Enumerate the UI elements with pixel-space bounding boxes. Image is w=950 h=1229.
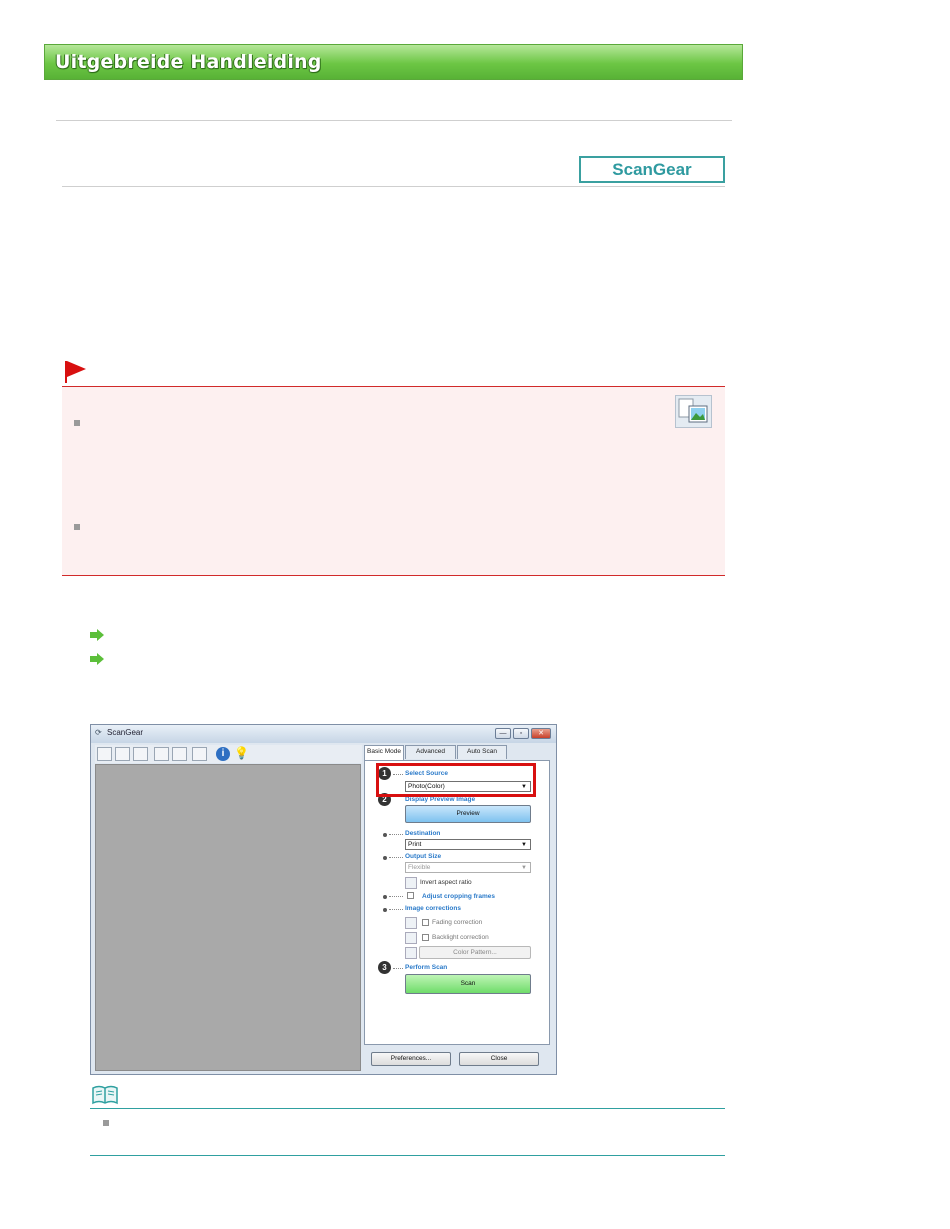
fading-checkbox[interactable] <box>422 919 429 926</box>
arrow-link-icon[interactable] <box>90 653 104 665</box>
manual-title: Uitgebreide Handleiding <box>55 51 322 73</box>
bullet <box>103 1120 109 1126</box>
toolbar: i 💡 <box>95 745 362 763</box>
output-size-value: Flexible <box>408 864 431 871</box>
backlight-label: Backlight correction <box>432 934 489 941</box>
header-banner: Uitgebreide Handleiding <box>44 44 743 80</box>
connector <box>389 857 403 858</box>
tab-auto-scan-mode[interactable]: Auto Scan Mode <box>457 745 507 767</box>
window-title: ScanGear <box>107 728 144 737</box>
info-icon[interactable]: i <box>216 747 230 761</box>
fading-label: Fading correction <box>432 919 483 926</box>
app-icon: ⟳ <box>95 728 102 737</box>
tab-advanced-mode[interactable]: Advanced Mode <box>405 745 456 767</box>
close-window-button[interactable]: ✕ <box>531 728 551 739</box>
perform-scan-label: Perform Scan <box>405 964 448 971</box>
chevron-down-icon: ▼ <box>521 842 527 848</box>
connector <box>389 896 403 897</box>
document-icon[interactable] <box>115 747 130 761</box>
list-view-icon[interactable] <box>192 747 207 761</box>
scan-button[interactable]: Scan <box>405 974 531 994</box>
note-divider <box>90 1108 725 1109</box>
divider <box>62 186 725 187</box>
backlight-icon <box>405 932 417 944</box>
display-preview-label: Display Preview Image <box>405 796 476 803</box>
scan-image-icon <box>675 395 712 428</box>
destination-label: Destination <box>405 830 441 837</box>
multi-thumbnail-icon[interactable] <box>154 747 169 761</box>
invert-aspect-icon[interactable] <box>405 877 417 889</box>
output-size-label: Output Size <box>405 853 442 860</box>
step-number: 3 <box>378 961 391 974</box>
chevron-down-icon: ▼ <box>521 865 527 871</box>
adjust-cropping-label: Adjust cropping frames <box>422 893 495 900</box>
photo-icon[interactable] <box>97 747 112 761</box>
connector <box>393 968 403 969</box>
tab-basic-mode[interactable]: Basic Mode <box>364 745 404 760</box>
color-pattern-icon <box>405 947 417 959</box>
select-source-highlight <box>376 763 536 797</box>
divider <box>56 120 732 121</box>
note-divider <box>90 1155 725 1156</box>
bullet <box>74 420 80 426</box>
lightbulb-icon[interactable]: 💡 <box>234 746 249 760</box>
invert-aspect-label: Invert aspect ratio <box>420 879 472 886</box>
caution-box <box>62 386 725 576</box>
basic-mode-panel: 1 Select Source Photo(Color) ▼ 2 Display… <box>364 760 550 1045</box>
caution-flag-icon <box>65 361 86 383</box>
bullet <box>74 524 80 530</box>
preview-area[interactable] <box>95 764 361 1071</box>
output-size-dropdown[interactable]: Flexible ▼ <box>405 862 531 873</box>
scangear-badge: ScanGear <box>579 156 725 183</box>
image-corrections-label: Image corrections <box>405 905 461 912</box>
minimize-button[interactable]: — <box>495 728 511 739</box>
stack-icon[interactable] <box>133 747 148 761</box>
bullet-dot <box>383 856 387 860</box>
close-button[interactable]: Close <box>459 1052 539 1066</box>
bullet-dot <box>383 833 387 837</box>
grid-view-icon[interactable] <box>172 747 187 761</box>
backlight-checkbox[interactable] <box>422 934 429 941</box>
destination-dropdown[interactable]: Print ▼ <box>405 839 531 850</box>
window-titlebar: ⟳ ScanGear — ▫ ✕ <box>91 725 556 743</box>
destination-value: Print <box>408 841 422 848</box>
connector <box>389 909 403 910</box>
maximize-button[interactable]: ▫ <box>513 728 529 739</box>
color-pattern-button[interactable]: Color Pattern... <box>419 946 531 959</box>
bullet-dot <box>383 908 387 912</box>
note-book-icon <box>92 1085 118 1105</box>
preferences-button[interactable]: Preferences... <box>371 1052 451 1066</box>
preview-button[interactable]: Preview <box>405 805 531 823</box>
connector <box>389 834 403 835</box>
arrow-link-icon[interactable] <box>90 629 104 641</box>
bullet-dot <box>383 895 387 899</box>
fading-icon <box>405 917 417 929</box>
adjust-cropping-checkbox[interactable] <box>407 892 414 899</box>
